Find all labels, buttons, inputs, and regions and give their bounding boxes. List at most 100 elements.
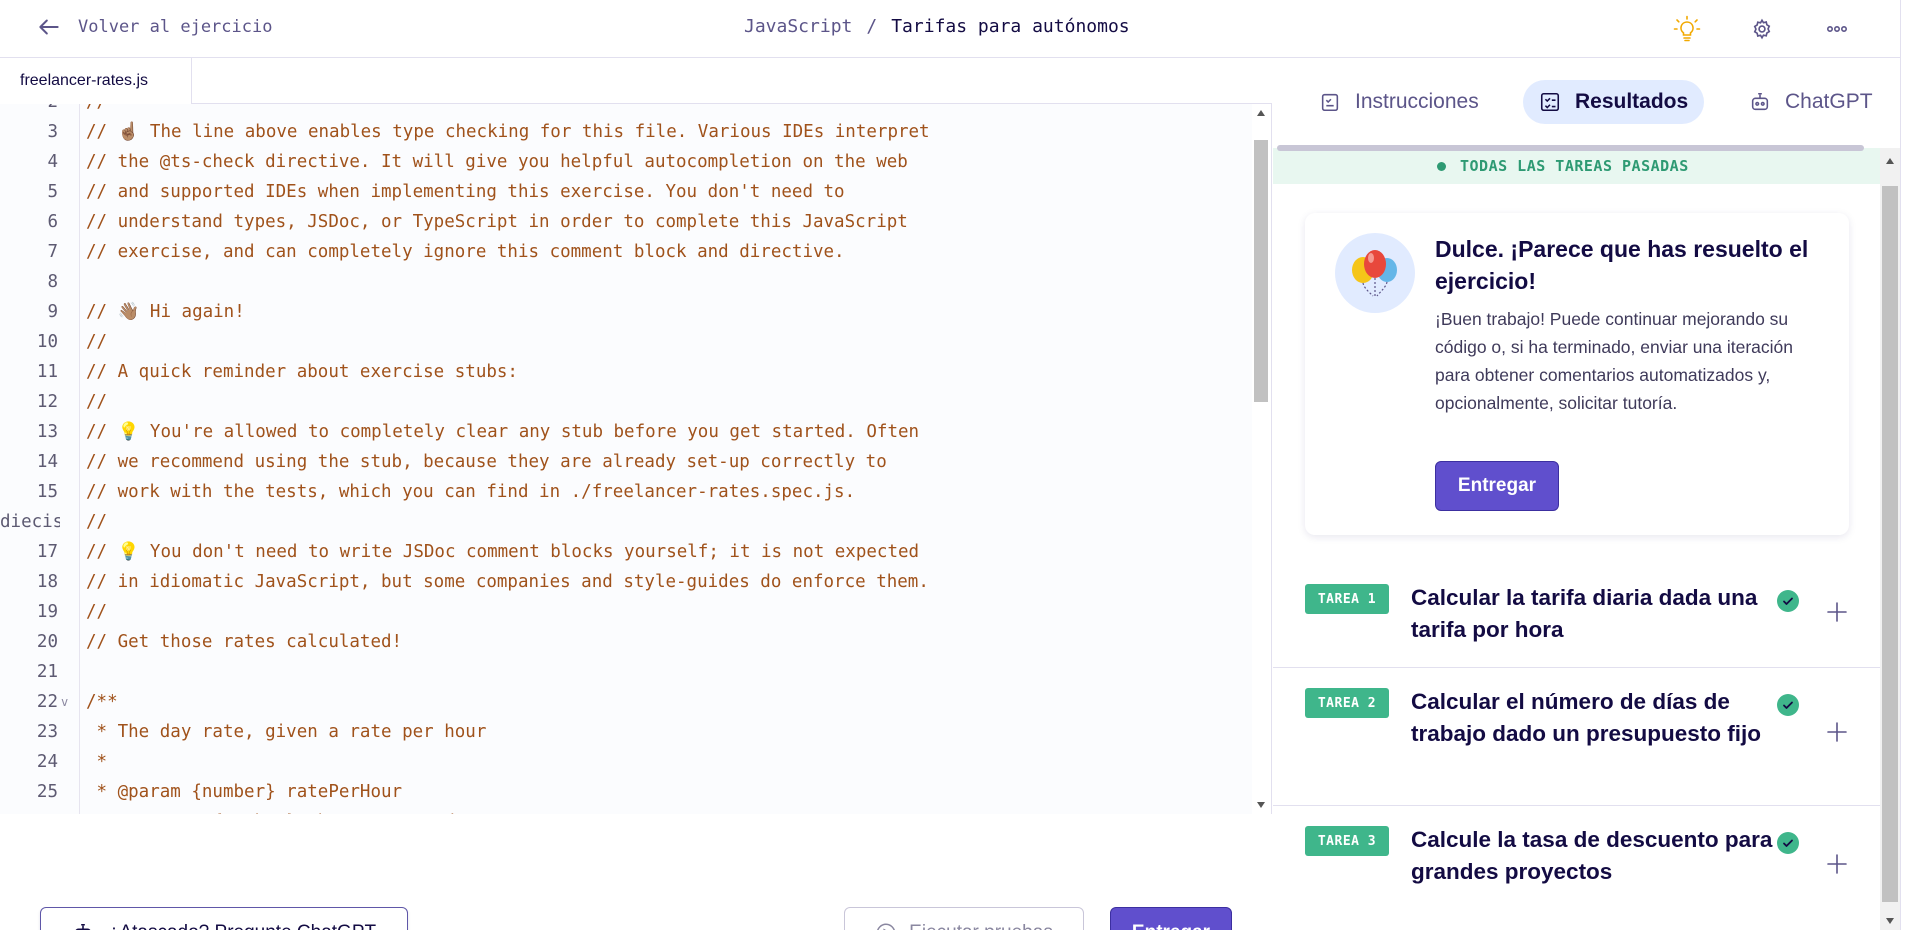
balloons-icon: [1335, 233, 1415, 313]
code-editor[interactable]: 2 // 3 // ☝🏽 The line above enables type ch…: [0, 104, 1252, 814]
code-text: // 👋🏽 Hi again!: [86, 302, 245, 322]
editor-scrollbar[interactable]: [1252, 104, 1270, 814]
code-line[interactable]: 4 // the @ts-check directive. It will giv…: [0, 147, 1252, 177]
success-body: ¡Buen trabajo! Puede continuar mejorando…: [1435, 309, 1793, 413]
breadcrumb: JavaScript / Tarifas para autónomos: [744, 16, 1130, 37]
tab-scroll-indicator: [1277, 145, 1864, 151]
code-line[interactable]: 3 // ☝🏽 The line above enables type check…: [0, 117, 1252, 147]
play-circle-icon: [877, 923, 896, 930]
task-badge: TAREA 2: [1305, 688, 1389, 718]
more-options-button[interactable]: [1820, 12, 1854, 46]
file-tab-bar: freelancer-rates.js: [0, 58, 1272, 104]
plus-icon[interactable]: [1823, 850, 1851, 878]
line-number: 22: [36, 692, 58, 712]
breadcrumb-track[interactable]: JavaScript: [744, 16, 852, 37]
code-line[interactable]: 15 // work with the tests, which you can …: [0, 477, 1252, 507]
code-text: //: [86, 602, 108, 622]
code-line[interactable]: 25 * @param {number} ratePerHour: [0, 777, 1252, 807]
code-line[interactable]: 17 // 💡 You don't need to write JSDoc com…: [0, 537, 1252, 567]
code-line[interactable]: 20 // Get those rates calculated!: [0, 627, 1252, 657]
code-line[interactable]: 14 // we recommend using the stub, becaus…: [0, 447, 1252, 477]
task-row[interactable]: TAREA 1 Calcular la tarifa diaria dada u…: [1273, 556, 1880, 668]
code-line[interactable]: 26 * @returns {number} the rate per day: [0, 807, 1252, 814]
tab-results[interactable]: Resultados: [1523, 80, 1705, 124]
scroll-up-arrow-icon[interactable]: [1886, 158, 1894, 164]
code-line[interactable]: dieciséis //: [0, 507, 1252, 537]
scroll-down-arrow-icon[interactable]: [1257, 802, 1265, 808]
tab-instructions[interactable]: Instrucciones: [1303, 80, 1495, 124]
submit-button[interactable]: Entregar: [1110, 907, 1232, 930]
card-submit-button[interactable]: Entregar: [1435, 461, 1559, 511]
back-to-exercise-link[interactable]: Volver al ejercicio: [36, 14, 272, 40]
check-icon: [1777, 832, 1799, 854]
line-number: 11: [36, 362, 58, 382]
code-line[interactable]: 22 v /**: [0, 687, 1252, 717]
task-title: Calcular la tarifa diaria dada una tarif…: [1411, 585, 1758, 642]
code-text: * The day rate, given a rate per hour: [86, 722, 487, 742]
line-number: dieciséis: [0, 512, 60, 532]
code-text: // work with the tests, which you can fi…: [86, 482, 856, 502]
task-row[interactable]: TAREA 2 Calcular el número de días de tr…: [1273, 668, 1880, 806]
line-number: 25: [36, 782, 58, 802]
clipboard-icon: [1321, 93, 1339, 112]
line-number: 5: [47, 182, 58, 202]
plus-icon[interactable]: [1823, 718, 1851, 746]
success-title: Dulce. ¡Parece que has resuelto el ejerc…: [1435, 236, 1809, 294]
code-line[interactable]: 23 * The day rate, given a rate per hour: [0, 717, 1252, 747]
line-number: 15: [36, 482, 58, 502]
scroll-up-arrow-icon[interactable]: [1257, 110, 1265, 116]
code-line[interactable]: 2 //: [0, 104, 1252, 117]
scrollbar-thumb[interactable]: [1254, 140, 1268, 402]
editor-panel: freelancer-rates.js 2 // 3 // ☝🏽 The line a…: [0, 58, 1272, 930]
code-text: //: [86, 332, 108, 352]
line-number: 24: [36, 752, 58, 772]
code-line[interactable]: 13 // 💡 You're allowed to completely clea…: [0, 417, 1252, 447]
robot-icon: [1751, 92, 1769, 111]
code-line[interactable]: 7 // exercise, and can completely ignore …: [0, 237, 1252, 267]
code-line[interactable]: 10 //: [0, 327, 1252, 357]
file-tab[interactable]: freelancer-rates.js: [0, 58, 192, 104]
plus-icon[interactable]: [1823, 598, 1851, 626]
line-number: 6: [47, 212, 58, 232]
code-line[interactable]: 9 // 👋🏽 Hi again!: [0, 297, 1252, 327]
code-text: // understand types, JSDoc, or TypeScrip…: [86, 212, 908, 232]
line-number: 23: [36, 722, 58, 742]
task-row[interactable]: TAREA 3 Calcule la tasa de descuento par…: [1273, 806, 1880, 918]
checklist-icon: [1540, 92, 1560, 112]
ask-chatgpt-button[interactable]: ¿Atascado? Pregunte ChatGPT: [40, 907, 408, 930]
code-line[interactable]: 19 //: [0, 597, 1252, 627]
code-line[interactable]: 6 // understand types, JSDoc, or TypeScri…: [0, 207, 1252, 237]
code-line[interactable]: 18 // in idiomatic JavaScript, but some c…: [0, 567, 1252, 597]
code-line[interactable]: 24 *: [0, 747, 1252, 777]
line-number: 7: [47, 242, 58, 262]
results-scrollbar[interactable]: [1880, 148, 1900, 930]
check-icon: [1777, 694, 1799, 716]
code-text: // we recommend using the stub, because …: [86, 452, 887, 472]
code-line[interactable]: 5 // and supported IDEs when implementing…: [0, 177, 1252, 207]
code-line[interactable]: 21: [0, 657, 1252, 687]
task-title: Calcular el número de días de trabajo da…: [1411, 689, 1762, 746]
success-card: Dulce. ¡Parece que has resuelto el ejerc…: [1305, 213, 1849, 535]
run-tests-button[interactable]: Ejecutar pruebas: [844, 907, 1084, 930]
code-text: // 💡 You don't need to write JSDoc comme…: [86, 542, 920, 562]
code-line[interactable]: 11 // A quick reminder about exercise stu…: [0, 357, 1252, 387]
status-text: TODAS LAS TAREAS PASADAS: [1460, 157, 1689, 175]
settings-button[interactable]: [1745, 12, 1779, 46]
task-badge: TAREA 1: [1305, 584, 1389, 614]
back-label: Volver al ejercicio: [78, 17, 273, 37]
fold-marker[interactable]: v: [60, 695, 72, 709]
line-number: 13: [36, 422, 58, 442]
editor-footer: ¿Atascado? Pregunte ChatGPT Ejecutar pru…: [0, 814, 1272, 930]
hint-button[interactable]: [1670, 12, 1704, 46]
code-text: // Get those rates calculated!: [86, 632, 403, 652]
scroll-down-arrow-icon[interactable]: [1886, 918, 1894, 924]
code-line[interactable]: 12 //: [0, 387, 1252, 417]
lightbulb-icon: [1673, 15, 1701, 42]
code-line[interactable]: 8: [0, 267, 1252, 297]
scrollbar-thumb[interactable]: [1882, 186, 1898, 902]
task-title: Calcule la tasa de descuento para grande…: [1411, 827, 1773, 884]
ellipsis-icon: [1826, 25, 1848, 33]
tab-chatgpt[interactable]: ChatGPT: [1733, 80, 1889, 124]
line-number: 10: [36, 332, 58, 352]
breadcrumb-exercise: Tarifas para autónomos: [891, 16, 1130, 37]
